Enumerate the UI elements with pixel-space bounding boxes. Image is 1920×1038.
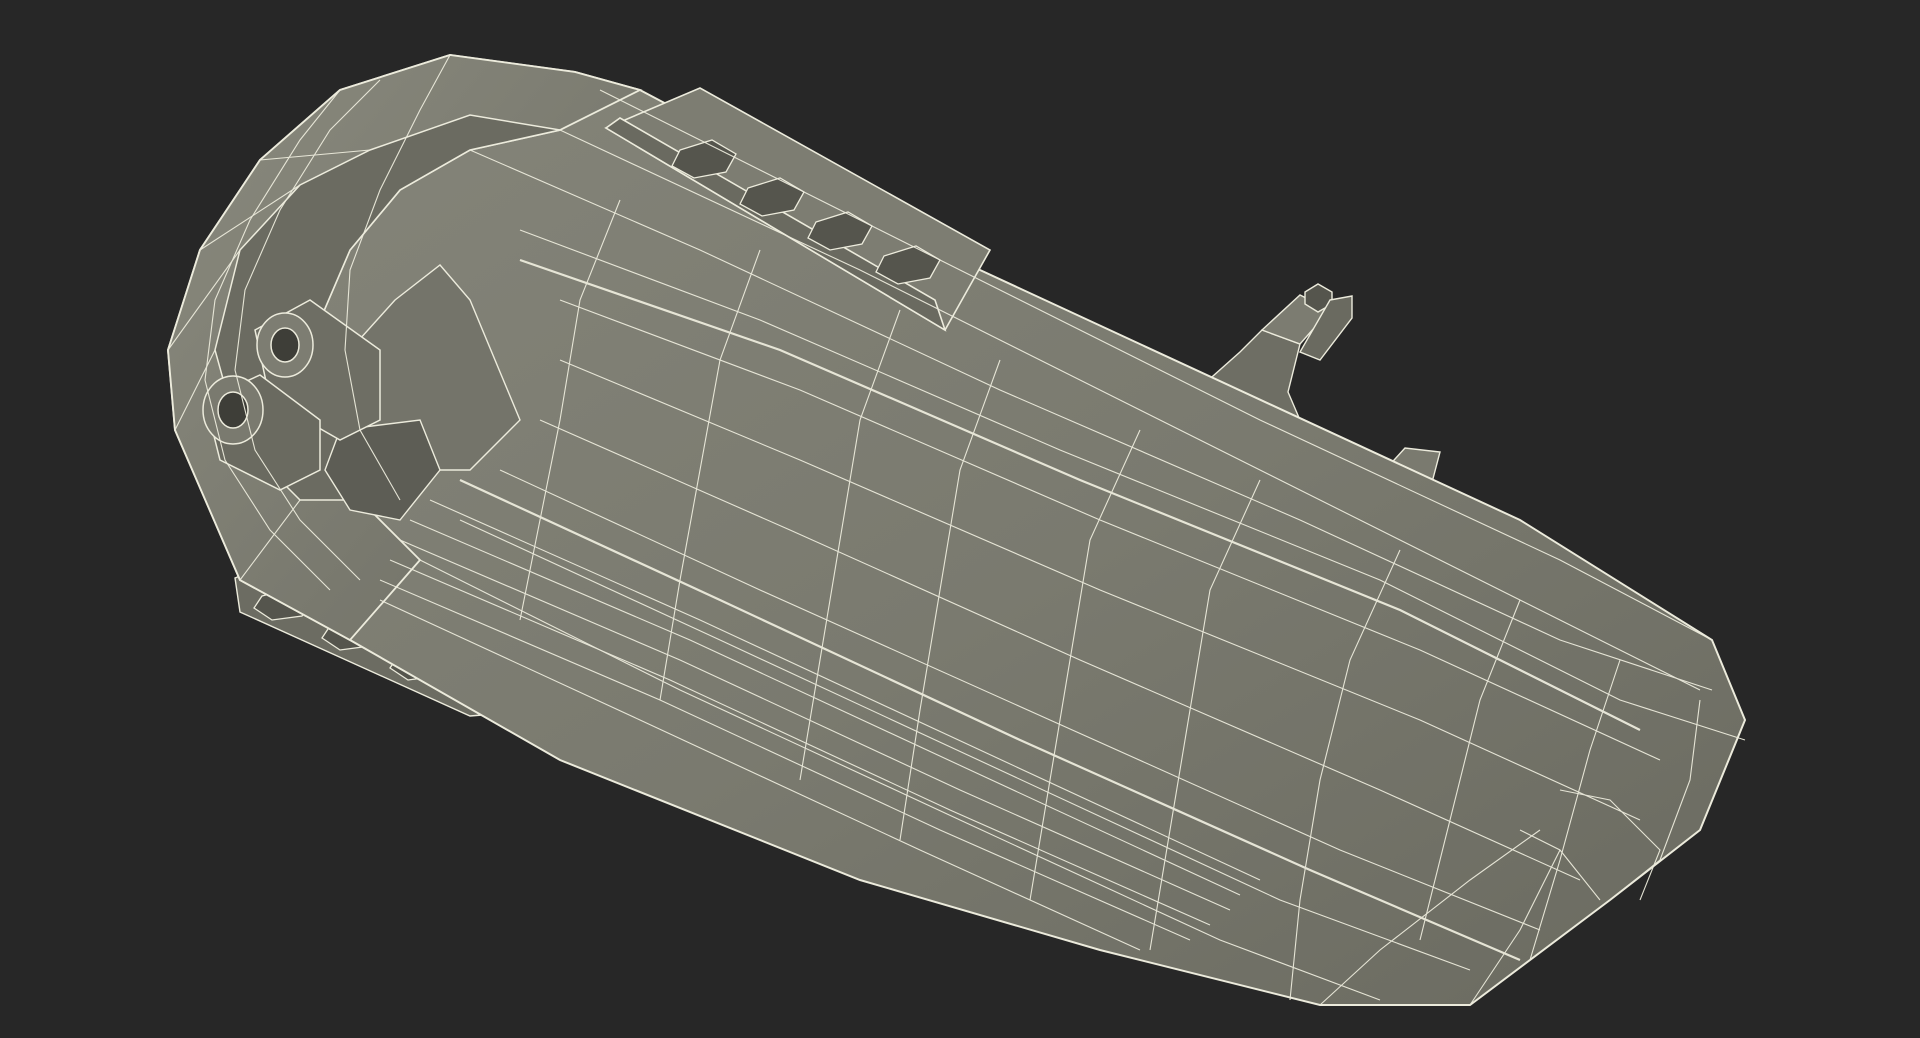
main-body	[166, 53, 1747, 1006]
render-viewport	[0, 0, 1920, 1038]
wireframe-model-render	[166, 53, 1747, 1006]
